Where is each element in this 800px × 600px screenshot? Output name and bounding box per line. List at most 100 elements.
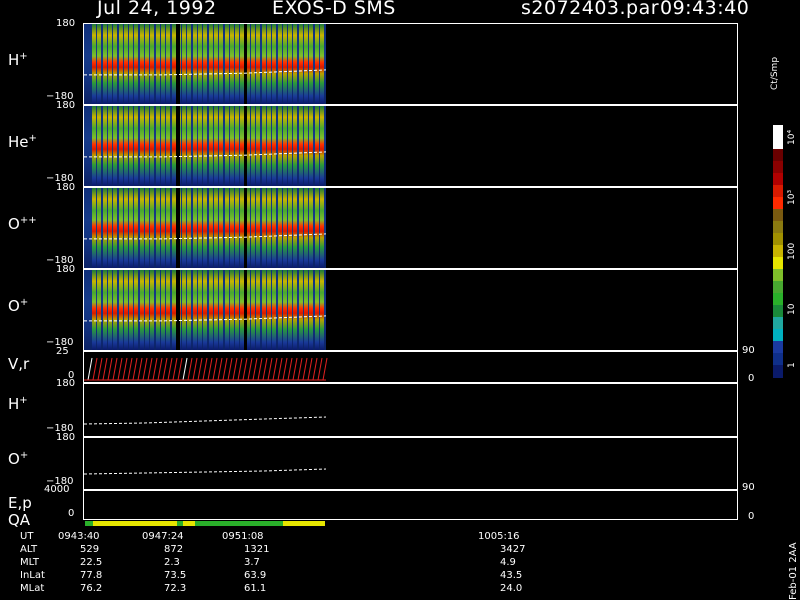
footer-row-name: ALT	[20, 544, 38, 555]
oplus2-label: O+	[8, 450, 29, 468]
vr-segment	[207, 357, 213, 381]
footer-cell: 1321	[244, 544, 270, 555]
vr-segment	[227, 357, 233, 381]
spectrogram-panel-3	[83, 269, 738, 351]
colorbar-segment	[773, 365, 783, 378]
colorbar-tick-label: 10³	[787, 189, 797, 205]
header-file: s2072403.par	[521, 0, 660, 19]
footer-cell: 3427	[500, 544, 526, 555]
footer-cell: 24.0	[500, 583, 523, 594]
footer-cell: 77.8	[80, 570, 103, 581]
vr-segment	[252, 357, 258, 381]
footer-row-name: UT	[20, 531, 34, 542]
vr-segment	[237, 357, 243, 381]
footer-cell: 0951:08	[222, 531, 264, 542]
vr-segment	[292, 357, 298, 381]
footer-cell: 1005:16	[478, 531, 520, 542]
vr-rtop: 90	[742, 345, 755, 356]
header-instrument: EXOS-D SMS	[272, 0, 396, 19]
footer-cell: 22.5	[80, 557, 103, 568]
hplus-line-panel	[83, 383, 738, 437]
oplus-line-panel	[83, 437, 738, 490]
panel-ymax-2: 180	[56, 182, 76, 193]
footer-cell: 76.2	[80, 583, 103, 594]
oplus-line	[84, 468, 327, 475]
vr-segment	[192, 357, 198, 381]
spectrogram-panel-2	[83, 187, 738, 269]
vr-segment	[317, 357, 323, 381]
vr-segment	[107, 357, 113, 381]
spectrogram-data	[84, 24, 326, 104]
vr-segment	[97, 357, 103, 381]
qa-bar	[85, 521, 325, 526]
footer-cell: 72.3	[164, 583, 187, 594]
vr-segment	[92, 357, 98, 381]
panel-label-2: O++	[8, 215, 37, 233]
hplus2-ymax: 180	[56, 378, 76, 389]
vr-segment	[282, 357, 288, 381]
footer-cell: 3.7	[244, 557, 260, 568]
vr-segment	[202, 357, 208, 381]
header-date: Jul 24, 1992	[97, 0, 217, 19]
vr-segment	[277, 357, 283, 381]
panel-label-1: He+	[8, 133, 37, 151]
vr-segment	[262, 357, 268, 381]
footer-row-name: MLat	[20, 583, 45, 594]
footer-cell: 4.9	[500, 557, 516, 568]
vr-segment	[307, 357, 313, 381]
vr-rbot: 0	[748, 373, 755, 384]
vr-segment	[197, 357, 203, 381]
footer-row-name: MLT	[20, 557, 39, 568]
spectrogram-panel-1	[83, 105, 738, 187]
vr-segment	[132, 357, 138, 381]
spectrogram-data	[84, 270, 326, 350]
vr-segment	[257, 357, 263, 381]
vr-segment	[147, 357, 153, 381]
vr-segment	[297, 357, 303, 381]
plot-root: { "header": { "date": "Jul 24, 1992", "i…	[0, 0, 800, 600]
footer-cell: 0943:40	[58, 531, 100, 542]
ep-label: E,p	[8, 494, 32, 512]
ep-panel	[83, 490, 738, 520]
vr-segment	[87, 357, 93, 381]
vr-segment	[127, 357, 133, 381]
colorbar-tick-label: 100	[787, 242, 797, 260]
vr-segment	[242, 357, 248, 381]
vr-ytop: 25	[56, 346, 69, 357]
vr-segment	[142, 357, 148, 381]
vr-panel	[83, 351, 738, 383]
vr-label: V,r	[8, 355, 30, 373]
vr-segment	[312, 357, 318, 381]
panel-ymax-1: 180	[56, 100, 76, 111]
footer-cell: 43.5	[500, 570, 523, 581]
vr-segment	[287, 357, 293, 381]
ep-ytop: 4000	[44, 484, 70, 495]
vr-segment	[217, 357, 223, 381]
panel-ymax-0: 180	[56, 18, 76, 29]
hplus2-label: H+	[8, 395, 28, 413]
panel-label-0: H+	[8, 51, 28, 69]
vr-segment	[177, 357, 183, 381]
spectrogram-data	[84, 188, 326, 268]
colorbar-tick-label: 10	[787, 303, 797, 315]
footer-cell: 63.9	[244, 570, 267, 581]
colorbar-units: Ct/Smp	[770, 56, 780, 90]
header-time: 09:43:40	[660, 0, 750, 19]
vr-segment	[102, 357, 108, 381]
vr-segment	[302, 357, 308, 381]
vr-segment	[247, 357, 253, 381]
ep-rtop: 90	[742, 482, 755, 493]
footer-cell: 0947:24	[142, 531, 184, 542]
footer-cell: 872	[164, 544, 184, 555]
vr-segment	[122, 357, 128, 381]
oplus2-ymax: 180	[56, 432, 76, 443]
colorbar-tick-label: 10⁴	[787, 129, 797, 145]
ep-rbot: 0	[748, 511, 755, 522]
spectrogram-data	[84, 106, 326, 186]
spectrogram-panel-0	[83, 23, 738, 105]
qa-label: QA	[8, 511, 31, 529]
footer-cell: 61.1	[244, 583, 267, 594]
vr-segment	[272, 357, 278, 381]
panel-ymax-3: 180	[56, 264, 76, 275]
vr-segment	[137, 357, 143, 381]
